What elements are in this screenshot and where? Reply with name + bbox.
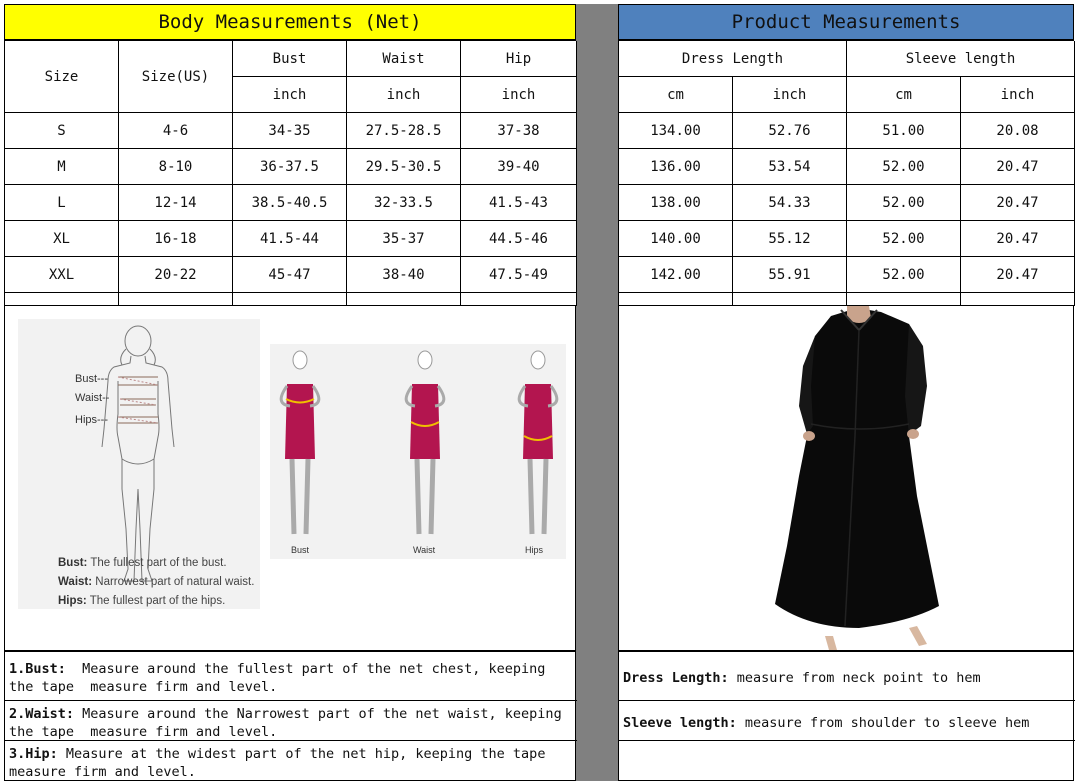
notes-right: Dress Length: measure from neck point to… xyxy=(618,651,1075,781)
body-cell: 47.5-49 xyxy=(461,257,577,293)
body-measurements-table: Size Size(US) Bust Waist Hip inch inch i… xyxy=(4,40,577,306)
body-cell: 27.5-28.5 xyxy=(347,113,461,149)
product-cell: 142.00 xyxy=(619,257,733,293)
col-dress-length: Dress Length xyxy=(619,41,847,77)
caption-bust: Bust xyxy=(291,545,310,555)
product-cell: 52.00 xyxy=(847,149,961,185)
product-cell: 52.00 xyxy=(847,185,961,221)
body-cell: 8-10 xyxy=(119,149,233,185)
col-sleeve-length: Sleeve length xyxy=(847,41,1075,77)
product-cell: 54.33 xyxy=(733,185,847,221)
product-cell: 52.00 xyxy=(847,257,961,293)
body-cell: 34-35 xyxy=(233,113,347,149)
body-cell: 35-37 xyxy=(347,221,461,257)
unit-hip: inch xyxy=(461,77,577,113)
note-sleeve-length: Sleeve length: measure from shoulder to … xyxy=(623,715,1030,731)
unit-dress-inch: inch xyxy=(733,77,847,113)
product-cell: 55.12 xyxy=(733,221,847,257)
product-cell: 52.76 xyxy=(733,113,847,149)
body-cell: 12-14 xyxy=(119,185,233,221)
product-cell: 51.00 xyxy=(847,113,961,149)
body-cell: 45-47 xyxy=(233,257,347,293)
body-outline-card: Bust--- Waist-- Hips--- Bust: The fulles… xyxy=(18,319,260,609)
note-hip: 3.Hip: Measure at the widest part of the… xyxy=(9,746,554,780)
body-cell: 32-33.5 xyxy=(347,185,461,221)
unit-sleeve-inch: inch xyxy=(961,77,1075,113)
unit-sleeve-cm: cm xyxy=(847,77,961,113)
col-bust: Bust xyxy=(233,41,347,77)
body-measurements-header: Body Measurements (Net) xyxy=(4,4,576,40)
product-cell: 138.00 xyxy=(619,185,733,221)
hips-definition: Hips: The fullest part of the hips. xyxy=(58,595,226,607)
product-measurements-table: Dress Length Sleeve length cm inch cm in… xyxy=(618,40,1075,306)
product-cell: 52.00 xyxy=(847,221,961,257)
body-cell: 37-38 xyxy=(461,113,577,149)
notes-left: 1.Bust: Measure around the fullest part … xyxy=(4,651,577,781)
waist-definition: Waist: Narrowest part of natural waist. xyxy=(58,576,255,588)
body-cell: 16-18 xyxy=(119,221,233,257)
body-cell: 39-40 xyxy=(461,149,577,185)
body-cell: 38.5-40.5 xyxy=(233,185,347,221)
col-size: Size xyxy=(5,41,119,113)
body-cell: 36-37.5 xyxy=(233,149,347,185)
product-cell: 53.54 xyxy=(733,149,847,185)
col-waist: Waist xyxy=(347,41,461,77)
dress-photo xyxy=(775,306,939,650)
caption-hips: Hips xyxy=(525,545,544,555)
body-cell: S xyxy=(5,113,119,149)
body-cell: 4-6 xyxy=(119,113,233,149)
product-cell: 20.08 xyxy=(961,113,1075,149)
note-dress-length: Dress Length: measure from neck point to… xyxy=(623,670,981,686)
body-cell: L xyxy=(5,185,119,221)
body-cell: XL xyxy=(5,221,119,257)
model-measuring-card: Bust Waist Hips xyxy=(270,344,566,559)
product-cell: 134.00 xyxy=(619,113,733,149)
model-figure xyxy=(517,350,559,535)
body-cell: M xyxy=(5,149,119,185)
unit-waist: inch xyxy=(347,77,461,113)
hips-marker-label: Hips--- xyxy=(75,414,108,426)
caption-waist: Waist xyxy=(413,545,436,555)
product-cell: 136.00 xyxy=(619,149,733,185)
product-cell: 20.47 xyxy=(961,149,1075,185)
note-bust: 1.Bust: Measure around the fullest part … xyxy=(9,661,554,695)
col-size-us: Size(US) xyxy=(119,41,233,113)
waist-marker-label: Waist-- xyxy=(75,392,110,404)
divider-column xyxy=(576,4,618,781)
body-cell: 38-40 xyxy=(347,257,461,293)
model-figure xyxy=(404,350,446,535)
body-cell: 41.5-43 xyxy=(461,185,577,221)
body-cell: 41.5-44 xyxy=(233,221,347,257)
body-cell: XXL xyxy=(5,257,119,293)
measurement-guide-panel: Bust--- Waist-- Hips--- Bust: The fulles… xyxy=(4,305,576,651)
bust-marker-label: Bust--- xyxy=(75,373,108,385)
models-figure xyxy=(279,350,559,535)
product-cell: 20.47 xyxy=(961,221,1075,257)
product-photo-panel xyxy=(618,305,1074,651)
product-measurements-header: Product Measurements xyxy=(618,4,1074,40)
unit-bust: inch xyxy=(233,77,347,113)
bust-definition: Bust: The fullest part of the bust. xyxy=(58,557,227,569)
product-cell: 140.00 xyxy=(619,221,733,257)
body-cell: 20-22 xyxy=(119,257,233,293)
model-figure xyxy=(279,350,321,535)
body-cell: 44.5-46 xyxy=(461,221,577,257)
note-waist: 2.Waist: Measure around the Narrowest pa… xyxy=(9,706,570,740)
product-cell: 20.47 xyxy=(961,257,1075,293)
unit-dress-cm: cm xyxy=(619,77,733,113)
product-cell: 55.91 xyxy=(733,257,847,293)
product-cell: 20.47 xyxy=(961,185,1075,221)
col-hip: Hip xyxy=(461,41,577,77)
body-cell: 29.5-30.5 xyxy=(347,149,461,185)
